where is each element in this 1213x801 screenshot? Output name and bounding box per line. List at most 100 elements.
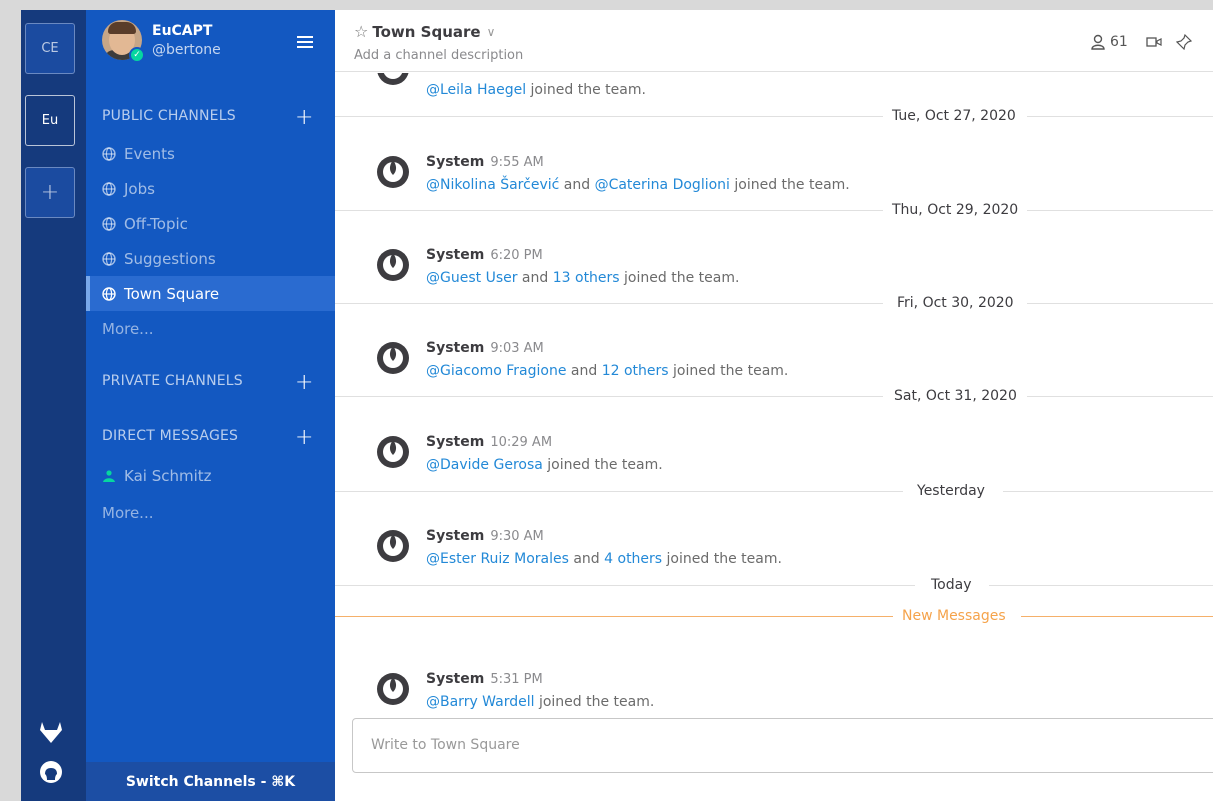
post-message: @Giacomo Fragione and 12 others joined t… [426,363,789,379]
sidebar-item-off-topic[interactable]: Off-Topic [86,206,335,241]
date-separator: Sat, Oct 31, 2020 [335,386,1213,406]
mention-link[interactable]: @Guest User [426,270,517,286]
date-separator: Yesterday [335,481,1213,501]
date-separator: Today [335,575,1213,595]
globe-icon [102,286,116,301]
video-icon[interactable] [1146,35,1162,49]
post-time[interactable]: 9:03 AM [490,341,543,356]
sidebar-item-label: Town Square [124,284,220,303]
post-message: @Guest User and 13 others joined the tea… [426,270,740,286]
add-public-channel-icon[interactable]: + [295,107,313,129]
post-time[interactable]: 9:55 AM [490,155,543,170]
header-actions: 61 [1090,34,1196,50]
date-label: Sat, Oct 31, 2020 [894,388,1017,404]
date-label: Fri, Oct 30, 2020 [897,295,1014,311]
globe-icon [102,251,116,266]
post-author[interactable]: System 9:03 AM [426,340,544,356]
system-avatar-icon [377,342,409,374]
post-author[interactable]: System 9:55 AM [426,154,544,170]
channel-title[interactable]: ☆ Town Square ∨ [354,22,495,41]
date-separator: Fri, Oct 30, 2020 [335,293,1213,313]
sidebar-item-label: Events [124,144,175,163]
sidebar-item-suggestions[interactable]: Suggestions [86,241,335,276]
system-avatar-icon [377,530,409,562]
mention-link[interactable]: 12 others [602,363,669,379]
system-avatar-icon [377,156,409,188]
date-label: Tue, Oct 27, 2020 [892,108,1016,124]
post: System 5:31 PM @Barry Wardell joined the … [335,671,1213,713]
mention-link[interactable]: @Nikolina Šarčević [426,177,559,193]
post-message: @Nikolina Šarčević and @Caterina Doglion… [426,177,850,193]
system-avatar-icon [377,436,409,468]
team-button-eu[interactable]: Eu [25,95,75,146]
public-channels-more-link[interactable]: More... [102,320,154,338]
system-avatar-icon [377,673,409,705]
post-author[interactable]: System 6:20 PM [426,247,543,263]
mention-link[interactable]: @Giacomo Fragione [426,363,566,379]
system-avatar-icon [377,249,409,281]
public-channels-title: PUBLIC CHANNELS [102,108,236,124]
online-status-icon: ✓ [129,47,145,63]
globe-icon [102,216,116,231]
team-sidebar: CE Eu + [21,10,86,801]
channel-description[interactable]: Add a channel description [354,48,523,63]
new-messages-separator: New Messages [335,606,1213,626]
date-label: Today [931,577,972,593]
pin-icon[interactable] [1175,34,1192,50]
member-icon[interactable] [1090,34,1106,50]
message-input[interactable]: Write to Town Square [352,718,1213,773]
mention-link[interactable]: @Leila Haegel [426,82,526,98]
add-team-button[interactable]: + [25,167,75,218]
direct-messages-more-link[interactable]: More... [102,504,154,522]
switch-channels-button[interactable]: Switch Channels - ⌘K [86,762,335,801]
app-window: CE Eu + ✓ EuCAPT @bertone PUBLIC CHANNEL… [21,10,1213,801]
post-time[interactable]: 5:31 PM [490,672,542,687]
post-message: @Davide Gerosa joined the team. [426,457,663,473]
globe-icon [102,146,116,161]
date-separator: Thu, Oct 29, 2020 [335,200,1213,220]
add-private-channel-icon[interactable]: + [295,372,313,394]
post-time[interactable]: 9:30 AM [490,529,543,544]
date-separator: Tue, Oct 27, 2020 [335,106,1213,126]
channel-name: Town Square [372,22,481,41]
post-time[interactable]: 6:20 PM [490,248,542,263]
direct-messages-title: DIRECT MESSAGES [102,428,239,444]
chevron-down-icon[interactable]: ∨ [487,25,496,39]
team-name: EuCAPT [152,23,213,39]
date-label: Thu, Oct 29, 2020 [892,202,1019,218]
sidebar-item-jobs[interactable]: Jobs [86,171,335,206]
sidebar-item-label: Jobs [124,179,155,198]
sidebar-item-label: Off-Topic [124,214,188,233]
mention-link[interactable]: @Davide Gerosa [426,457,543,473]
post-message: @Ester Ruiz Morales and 4 others joined … [426,551,782,567]
sidebar-item-kai-schmitz[interactable]: Kai Schmitz [102,467,212,485]
mention-link[interactable]: 4 others [604,551,662,567]
post-author[interactable]: System 10:29 AM [426,434,552,450]
add-direct-message-icon[interactable]: + [295,427,313,449]
post-author[interactable]: System 9:30 AM [426,528,544,544]
post-message: @Barry Wardell joined the team. [426,694,655,710]
post-time[interactable]: 10:29 AM [490,435,552,450]
github-icon[interactable] [37,758,65,786]
star-icon[interactable]: ☆ [354,22,368,41]
mention-link[interactable]: 13 others [553,270,620,286]
private-channels-title: PRIVATE CHANNELS [102,373,243,389]
sidebar-item-events[interactable]: Events [86,136,335,171]
post-list: @Leila Haegel joined the team. Tue, Oct … [335,73,1213,713]
post-author[interactable]: System 5:31 PM [426,671,543,687]
date-label: Yesterday [917,483,985,499]
new-messages-label: New Messages [902,608,1006,624]
sidebar-item-label: Suggestions [124,249,216,268]
mention-link[interactable]: @Barry Wardell [426,694,535,710]
team-button-ce[interactable]: CE [25,23,75,74]
mention-link[interactable]: @Caterina Doglioni [595,177,730,193]
channel-header: ☆ Town Square ∨ Add a channel descriptio… [335,10,1213,72]
gitlab-icon[interactable] [37,718,65,746]
sidebar-item-town-square[interactable]: Town Square [86,276,335,311]
member-count[interactable]: 61 [1110,34,1128,50]
mention-link[interactable]: @Ester Ruiz Morales [426,551,569,567]
post-message: @Leila Haegel joined the team. [426,82,646,98]
hamburger-menu-icon[interactable] [297,36,313,48]
globe-icon [102,181,116,196]
sidebar-header: ✓ EuCAPT @bertone [86,10,335,74]
